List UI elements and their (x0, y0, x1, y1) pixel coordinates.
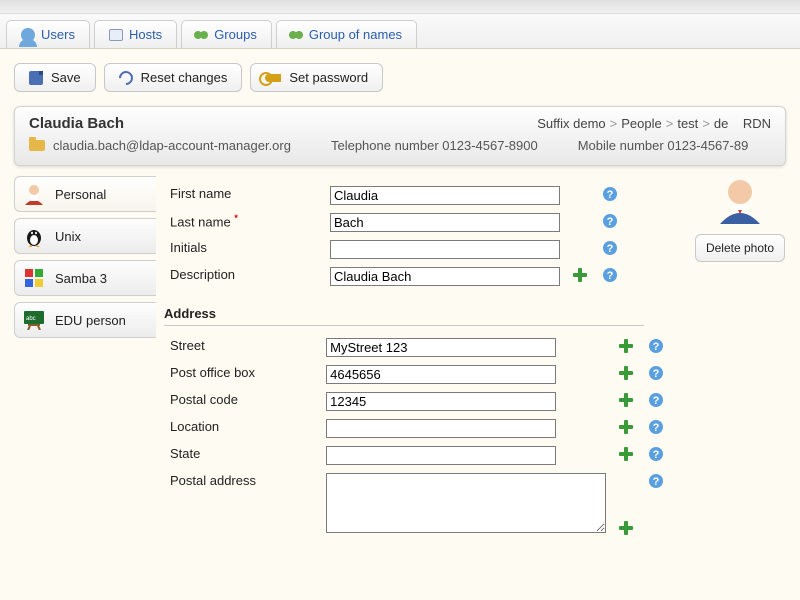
svg-text:?: ? (653, 476, 660, 488)
label-postal: Postal code (164, 388, 320, 415)
avatar-icon (716, 176, 764, 224)
email-value: claudia.bach@ldap-account-manager.org (53, 138, 291, 153)
key-icon (265, 74, 281, 82)
svg-text:?: ? (653, 341, 660, 353)
folder-icon (29, 140, 45, 151)
windows-icon (23, 267, 45, 289)
label-state: State (164, 442, 320, 469)
save-button[interactable]: Save (14, 63, 96, 92)
chalkboard-icon: abc (23, 309, 45, 331)
label-description: Description (164, 263, 324, 290)
svg-text:?: ? (607, 189, 614, 201)
street-input[interactable] (326, 338, 556, 357)
label-first-name: First name (164, 182, 324, 209)
host-icon (109, 29, 123, 41)
undo-icon (116, 68, 136, 88)
help-icon[interactable]: ? (602, 186, 620, 202)
mobile-value: Mobile number 0123-4567-89 (578, 138, 749, 153)
user-icon (21, 28, 35, 42)
help-icon[interactable]: ? (648, 446, 666, 462)
description-input[interactable] (330, 267, 560, 286)
add-icon[interactable] (618, 365, 636, 381)
help-icon[interactable]: ? (648, 419, 666, 435)
svg-text:?: ? (607, 243, 614, 255)
help-icon[interactable]: ? (648, 473, 666, 489)
add-icon[interactable] (618, 338, 636, 354)
entry-title: Claudia Bach (29, 115, 124, 132)
add-icon[interactable] (618, 419, 636, 435)
label-last-name: Last name * (164, 209, 324, 236)
sidebar-item-personal[interactable]: Personal (14, 176, 156, 212)
svg-text:?: ? (653, 449, 660, 461)
add-icon[interactable] (618, 520, 636, 536)
suffix-breadcrumb: Suffix demo>People>test>de RDN (537, 116, 771, 131)
tux-icon (23, 225, 45, 247)
postal-input[interactable] (326, 392, 556, 411)
action-toolbar: Save Reset changes Set password (0, 49, 800, 106)
first-name-input[interactable] (330, 186, 560, 205)
help-icon[interactable]: ? (648, 392, 666, 408)
form-area: First name? Last name *? Initials? Descr… (156, 172, 680, 550)
add-icon[interactable] (618, 446, 636, 462)
help-icon[interactable]: ? (602, 240, 620, 256)
initials-input[interactable] (330, 240, 560, 259)
nav-tab-group-of-names[interactable]: Group of names (276, 20, 417, 48)
help-icon[interactable]: ? (602, 213, 620, 229)
reset-button[interactable]: Reset changes (104, 63, 243, 92)
disk-icon (29, 71, 43, 85)
state-input[interactable] (326, 446, 556, 465)
label-street: Street (164, 334, 320, 361)
group-icon (196, 31, 208, 39)
svg-text:?: ? (653, 395, 660, 407)
help-icon[interactable]: ? (602, 267, 620, 283)
svg-text:?: ? (653, 422, 660, 434)
top-nav: Users Hosts Groups Group of names (0, 14, 800, 49)
add-icon[interactable] (618, 392, 636, 408)
sidebar-item-edu[interactable]: abc EDU person (14, 302, 156, 338)
entry-header: Claudia Bach Suffix demo>People>test>de … (14, 106, 786, 166)
last-name-input[interactable] (330, 213, 560, 232)
nav-tab-hosts[interactable]: Hosts (94, 20, 177, 48)
pobox-input[interactable] (326, 365, 556, 384)
set-password-button[interactable]: Set password (250, 63, 383, 92)
label-postal-address: Postal address (164, 469, 320, 540)
section-address: Address (164, 296, 644, 326)
svg-text:?: ? (607, 216, 614, 228)
svg-text:?: ? (607, 270, 614, 282)
help-icon[interactable]: ? (648, 365, 666, 381)
nav-tab-users[interactable]: Users (6, 20, 90, 48)
help-icon[interactable]: ? (648, 338, 666, 354)
label-location: Location (164, 415, 320, 442)
label-initials: Initials (164, 236, 324, 263)
add-icon[interactable] (572, 267, 590, 283)
group-icon (291, 31, 303, 39)
photo-column: Delete photo (680, 172, 800, 550)
nav-tab-groups[interactable]: Groups (181, 20, 272, 48)
location-input[interactable] (326, 419, 556, 438)
person-icon (23, 183, 45, 205)
sidebar-item-unix[interactable]: Unix (14, 218, 156, 254)
delete-photo-button[interactable]: Delete photo (695, 234, 785, 262)
svg-text:abc: abc (26, 316, 36, 322)
postal-address-textarea[interactable] (326, 473, 606, 533)
label-pobox: Post office box (164, 361, 320, 388)
module-sidebar: Personal Unix Samba 3 abc EDU person (14, 172, 156, 550)
sidebar-item-samba[interactable]: Samba 3 (14, 260, 156, 296)
svg-text:?: ? (653, 368, 660, 380)
telephone-value: Telephone number 0123-4567-8900 (331, 138, 538, 153)
